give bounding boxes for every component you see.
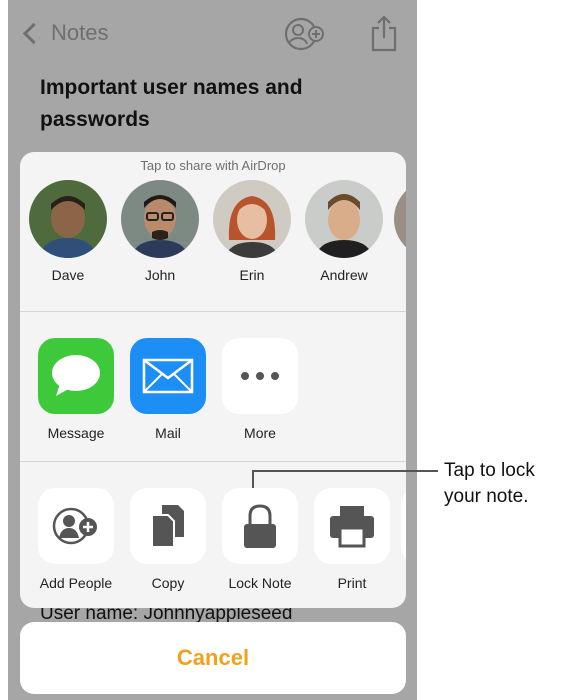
callout-text: Tap to lock your note. [444,458,535,510]
action-lock-note[interactable]: Lock Note [217,488,303,591]
share-app-message[interactable]: Message [36,338,116,441]
partial-action-icon [401,488,406,564]
action-label: Copy [151,575,185,591]
app-label: Message [47,425,105,441]
printer-icon [314,488,390,564]
lock-icon [222,488,298,564]
app-label: More [244,425,276,441]
note-title: Important user names and passwords [40,76,303,131]
ellipsis-icon [222,338,298,414]
action-label: Lock Note [228,575,292,591]
person-name: John [144,267,176,283]
copy-icon [130,488,206,564]
back-label: Notes [51,20,109,45]
callout-leader-vertical [252,470,254,488]
navigation-bar: Notes [8,0,417,70]
add-people-icon [38,488,114,564]
chevron-left-icon [22,22,45,44]
avatar [305,180,383,258]
callout-leader-horizontal [252,470,438,472]
speech-bubble-icon [38,338,114,414]
action-print[interactable]: Print [309,488,395,591]
callout-line-2: your note. [444,486,529,507]
phone-screen: Notes Important user names and passwords… [8,0,417,700]
airdrop-person-erin[interactable]: Erin [210,180,294,283]
action-copy[interactable]: Copy [125,488,211,591]
action-partial[interactable] [401,488,406,564]
cancel-button[interactable]: Cancel [20,622,406,694]
share-icon[interactable] [370,14,398,57]
share-app-mail[interactable]: Mail [128,338,208,441]
action-label: Print [337,575,367,591]
action-label: Add People [39,575,113,591]
person-name: Dave [51,267,85,283]
airdrop-person-partial[interactable] [394,180,406,258]
person-name: Andrew [320,267,368,283]
avatar [29,180,107,258]
app-label: Mail [155,425,181,441]
envelope-icon [130,338,206,414]
share-sheet: Tap to share with AirDrop Dave John Erin… [20,152,406,608]
airdrop-person-andrew[interactable]: Andrew [302,180,386,283]
person-name: Erin [239,267,265,283]
add-people-nav-icon[interactable] [283,16,331,57]
action-add-people[interactable]: Add People [33,488,119,591]
airdrop-caption: Tap to share with AirDrop [140,158,286,173]
share-app-more[interactable]: More [220,338,300,441]
avatar [213,180,291,258]
airdrop-person-dave[interactable]: Dave [26,180,110,283]
divider [20,311,406,312]
divider [20,461,406,462]
avatar [121,180,199,258]
airdrop-person-john[interactable]: John [118,180,202,283]
avatar [394,180,406,258]
back-button[interactable]: Notes [22,20,108,46]
callout-line-1: Tap to lock [444,460,535,481]
